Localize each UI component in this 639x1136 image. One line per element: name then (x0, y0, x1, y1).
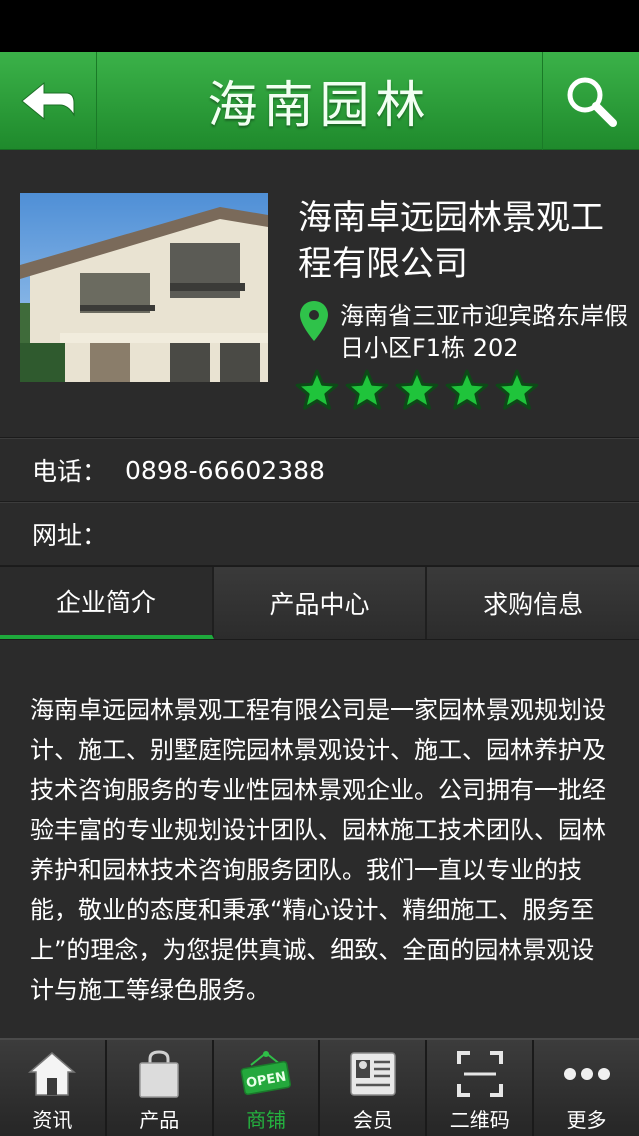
member-card-icon (350, 1052, 396, 1096)
company-name: 海南卓远园林景观工程有限公司 (298, 198, 604, 284)
star-icon (445, 369, 489, 410)
status-bar (0, 0, 639, 52)
content-tabs: 企业简介 产品中心 求购信息 (0, 566, 639, 640)
more-dots-icon (563, 1068, 610, 1080)
nav-label-news: 资讯 (32, 1108, 73, 1132)
star-icon (495, 369, 539, 410)
nav-item-products[interactable]: 产品 (107, 1040, 214, 1136)
nav-item-shops[interactable]: OPEN 商铺 (214, 1040, 321, 1136)
phone-row[interactable]: 电话： 0898-66602388 (0, 438, 639, 502)
nav-item-qrcode[interactable]: 二维码 (427, 1040, 535, 1136)
back-arrow-icon (21, 81, 75, 121)
qr-scan-icon (456, 1051, 503, 1097)
page-title: 海南园林 (207, 76, 432, 134)
nav-item-news[interactable]: 资讯 (0, 1040, 107, 1136)
company-intro-text: 海南卓远园林景观工程有限公司是一家园林景观规划设计、施工、别墅庭院园林景观设计、… (30, 696, 606, 1004)
nav-label-members: 会员 (352, 1108, 393, 1132)
bottom-nav: 资讯 产品 OPEN 商铺 会员 二维码 更多 (0, 1038, 639, 1136)
nav-label-qrcode: 二维码 (449, 1108, 510, 1132)
shopping-bag-icon (139, 1050, 179, 1098)
search-button[interactable] (542, 52, 639, 150)
nav-item-members[interactable]: 会员 (320, 1040, 428, 1136)
nav-item-more[interactable]: 更多 (534, 1040, 639, 1136)
location-pin-icon (300, 301, 328, 341)
star-icon (295, 369, 339, 410)
phone-label: 电话： (32, 457, 108, 486)
star-icon (345, 369, 389, 410)
nav-label-shops: 商铺 (246, 1108, 287, 1132)
tab-products[interactable]: 产品中心 (213, 567, 428, 639)
search-icon (567, 77, 617, 127)
company-photo[interactable] (20, 193, 268, 382)
home-icon (28, 1052, 77, 1096)
tab-purchase-info[interactable]: 求购信息 (427, 567, 639, 639)
tab-company-intro[interactable]: 企业简介 (0, 567, 214, 639)
open-sign-icon: OPEN (240, 1051, 292, 1096)
nav-label-more: 更多 (566, 1108, 607, 1132)
back-button[interactable] (0, 52, 97, 150)
rating-stars (295, 368, 539, 412)
website-label: 网址： (32, 521, 108, 550)
phone-value[interactable]: 0898-66602388 (125, 456, 325, 485)
company-address: 海南省三亚市迎宾路东岸假日小区F1栋 202 (340, 302, 628, 362)
star-icon (395, 369, 439, 410)
website-row[interactable]: 网址： (0, 502, 639, 566)
company-card: 海南卓远园林景观工程有限公司 海南省三亚市迎宾路东岸假日小区F1栋 202 (0, 150, 639, 438)
nav-label-products: 产品 (139, 1108, 180, 1132)
app-header: 海南园林 (0, 52, 639, 150)
